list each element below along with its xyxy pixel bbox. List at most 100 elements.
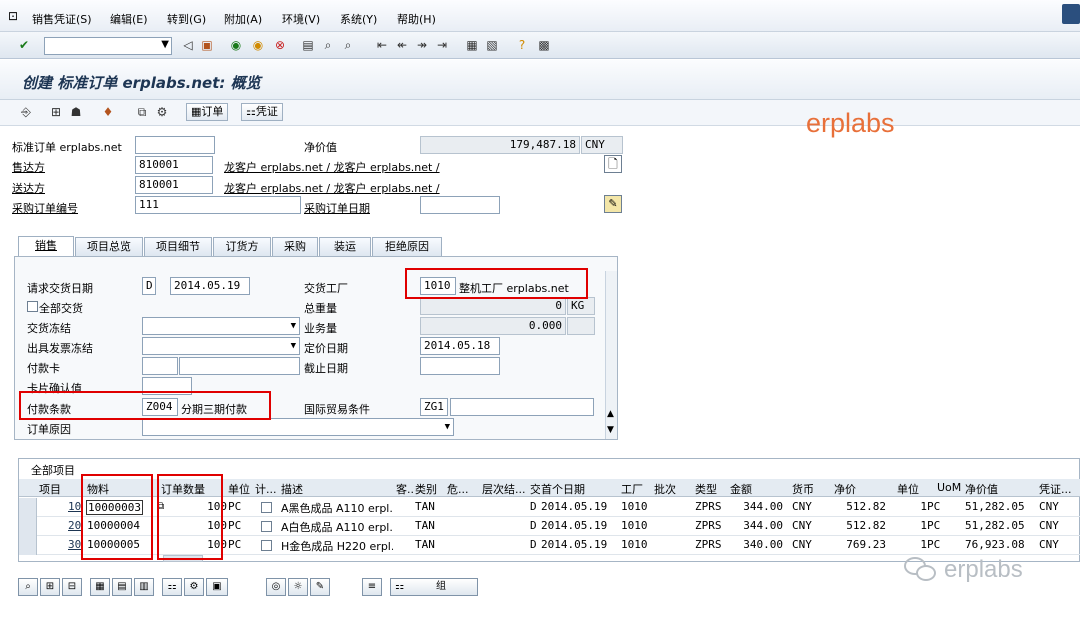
panel-scrollbar[interactable]: ▲ ▼ [605, 271, 617, 439]
select-block-icon[interactable]: ▤ [112, 578, 132, 596]
billing-block-select[interactable]: ▼ [142, 337, 300, 355]
col-header-per-unit[interactable]: 单位 [897, 481, 919, 497]
layout-icon[interactable]: ▩ [536, 37, 552, 53]
document-button[interactable]: ⚏凭证 [241, 103, 283, 121]
display-document-icon[interactable]: 🗋 [604, 155, 622, 173]
chevron-down-icon[interactable]: ▼ [291, 318, 296, 334]
row-selector[interactable] [19, 536, 37, 555]
prev-page-icon[interactable]: ↞ [394, 37, 410, 53]
req-delivery-date-field[interactable]: 2014.05.19 [170, 277, 250, 295]
shortcut-icon[interactable]: ▧ [484, 37, 500, 53]
first-date-cell[interactable]: 2014.05.19 [541, 519, 607, 532]
expiry-date-field[interactable] [420, 357, 500, 375]
sold-to-field[interactable]: 810001 [135, 156, 213, 174]
amount-cell[interactable]: 344.00 [727, 500, 783, 513]
calc-checkbox[interactable] [261, 502, 272, 513]
description-cell[interactable]: A白色成品 A110 erpl... [281, 519, 393, 535]
calc-checkbox[interactable] [261, 540, 272, 551]
sold-to-label[interactable]: 售达方 [12, 159, 45, 175]
sold-to-description[interactable]: 龙客户 erplabs.net / 龙客户 erplabs.net / [224, 159, 440, 175]
category-cell[interactable]: TAN [415, 538, 435, 551]
back-icon[interactable]: ◉ [228, 37, 244, 53]
unit-cell[interactable]: PC [228, 500, 241, 513]
menu-environment[interactable]: 环境(V) [282, 11, 320, 27]
scroll-up-icon[interactable]: ▲ [607, 409, 614, 419]
menu-sales-doc[interactable]: 销售凭证(S) [32, 11, 92, 27]
tab-shipping[interactable]: 装运 [319, 237, 371, 257]
col-header-net-value[interactable]: 净价值 [965, 481, 998, 497]
edit-icon[interactable]: ✎ [310, 578, 330, 596]
tab-item-detail[interactable]: 项目细节 [144, 237, 212, 257]
req-date-unit-field[interactable]: D [142, 277, 156, 295]
calc-checkbox[interactable] [261, 521, 272, 532]
row-selector[interactable] [19, 498, 37, 517]
edit-document-icon[interactable]: ✎ [604, 195, 622, 213]
subtotal-icon[interactable]: ≡ [362, 578, 382, 596]
po-date-field[interactable] [420, 196, 500, 214]
command-field[interactable]: ▼ [44, 37, 172, 55]
po-date-label[interactable]: 采购订单日期 [304, 200, 370, 216]
menu-extras[interactable]: 附加(A) [224, 11, 262, 27]
plant-cell[interactable]: 1010 [621, 538, 648, 551]
new-session-icon[interactable]: ▦ [464, 37, 480, 53]
unit-cell[interactable]: PC [228, 538, 241, 551]
tab-item-overview[interactable]: 项目总览 [75, 237, 143, 257]
col-header-calc[interactable]: 计... [255, 481, 279, 497]
col-header-plant[interactable]: 工厂 [621, 481, 643, 497]
col-header-unit[interactable]: 单位 [228, 481, 250, 497]
col-header-item[interactable]: 项目 [39, 481, 61, 497]
pricing-date-field[interactable]: 2014.05.18 [420, 337, 500, 355]
plant-cell[interactable]: 1010 [621, 519, 648, 532]
type-cell[interactable]: ZPRS [695, 538, 722, 551]
ship-to-label[interactable]: 送达方 [12, 180, 45, 196]
delete-row-icon[interactable]: ⊟ [62, 578, 82, 596]
col-header-amount[interactable]: 金额 [730, 481, 752, 497]
back-arrow-icon[interactable]: ◁ [180, 37, 196, 53]
last-page-icon[interactable]: ⇥ [434, 37, 450, 53]
tab-procurement[interactable]: 采购 [272, 237, 318, 257]
config-icon[interactable]: ⚏ [162, 578, 182, 596]
col-header-danger[interactable]: 危... [447, 481, 471, 497]
row-selector[interactable] [19, 517, 37, 536]
col-header-customer[interactable]: 客... [396, 481, 414, 497]
payment-card-number-field[interactable] [179, 357, 300, 375]
currency-cell[interactable]: CNY [792, 538, 812, 551]
tab-reason-rejection[interactable]: 拒绝原因 [372, 237, 442, 257]
availability-icon[interactable]: ◎ [266, 578, 286, 596]
payment-card-type-field[interactable] [142, 357, 178, 375]
currency-cell[interactable]: CNY [792, 500, 812, 513]
col-header-batch[interactable]: 批次 [654, 481, 676, 497]
plant-cell[interactable]: 1010 [621, 500, 648, 513]
chevron-down-icon[interactable]: ▼ [161, 39, 169, 50]
cancel-icon[interactable]: ⊗ [272, 37, 288, 53]
po-number-field[interactable]: 111 [135, 196, 301, 214]
incoterms-location-field[interactable] [450, 398, 594, 416]
partner-icon[interactable]: ☗ [68, 104, 84, 120]
help-icon[interactable]: ? [514, 37, 530, 53]
header-details-icon[interactable]: ⊞ [48, 104, 64, 120]
order-number-field[interactable] [135, 136, 215, 154]
amount-cell[interactable]: 340.00 [727, 538, 783, 551]
col-header-uom[interactable]: UoM [937, 481, 961, 494]
find-next-icon[interactable]: ⌕ [340, 37, 356, 53]
deselect-all-icon[interactable]: ▥ [134, 578, 154, 596]
type-cell[interactable]: ZPRS [695, 519, 722, 532]
po-number-label[interactable]: 采购订单编号 [12, 200, 78, 216]
category-cell[interactable]: TAN [415, 519, 435, 532]
menu-goto[interactable]: 转到(G) [167, 11, 206, 27]
first-page-icon[interactable]: ⇤ [374, 37, 390, 53]
chevron-down-icon[interactable]: ▼ [291, 338, 296, 354]
description-cell[interactable]: A黑色成品 A110 erpl... [281, 500, 393, 516]
schedule-icon[interactable]: ☼ [288, 578, 308, 596]
conditions-icon[interactable]: ⚙ [154, 104, 170, 120]
ship-to-field[interactable]: 810001 [135, 176, 213, 194]
type-cell[interactable]: ZPRS [695, 500, 722, 513]
group-button[interactable]: ⚏ 组 [390, 578, 478, 596]
item-details-icon[interactable]: ⌕ [18, 578, 38, 596]
col-header-currency[interactable]: 货币 [792, 481, 814, 497]
display-doc-flow-icon[interactable]: ⎆ [18, 104, 34, 120]
orders-button[interactable]: ▦订单 [186, 103, 229, 121]
enter-icon[interactable]: ✔ [16, 37, 32, 53]
currency-cell[interactable]: CNY [792, 519, 812, 532]
order-reason-select[interactable]: ▼ [142, 418, 454, 436]
